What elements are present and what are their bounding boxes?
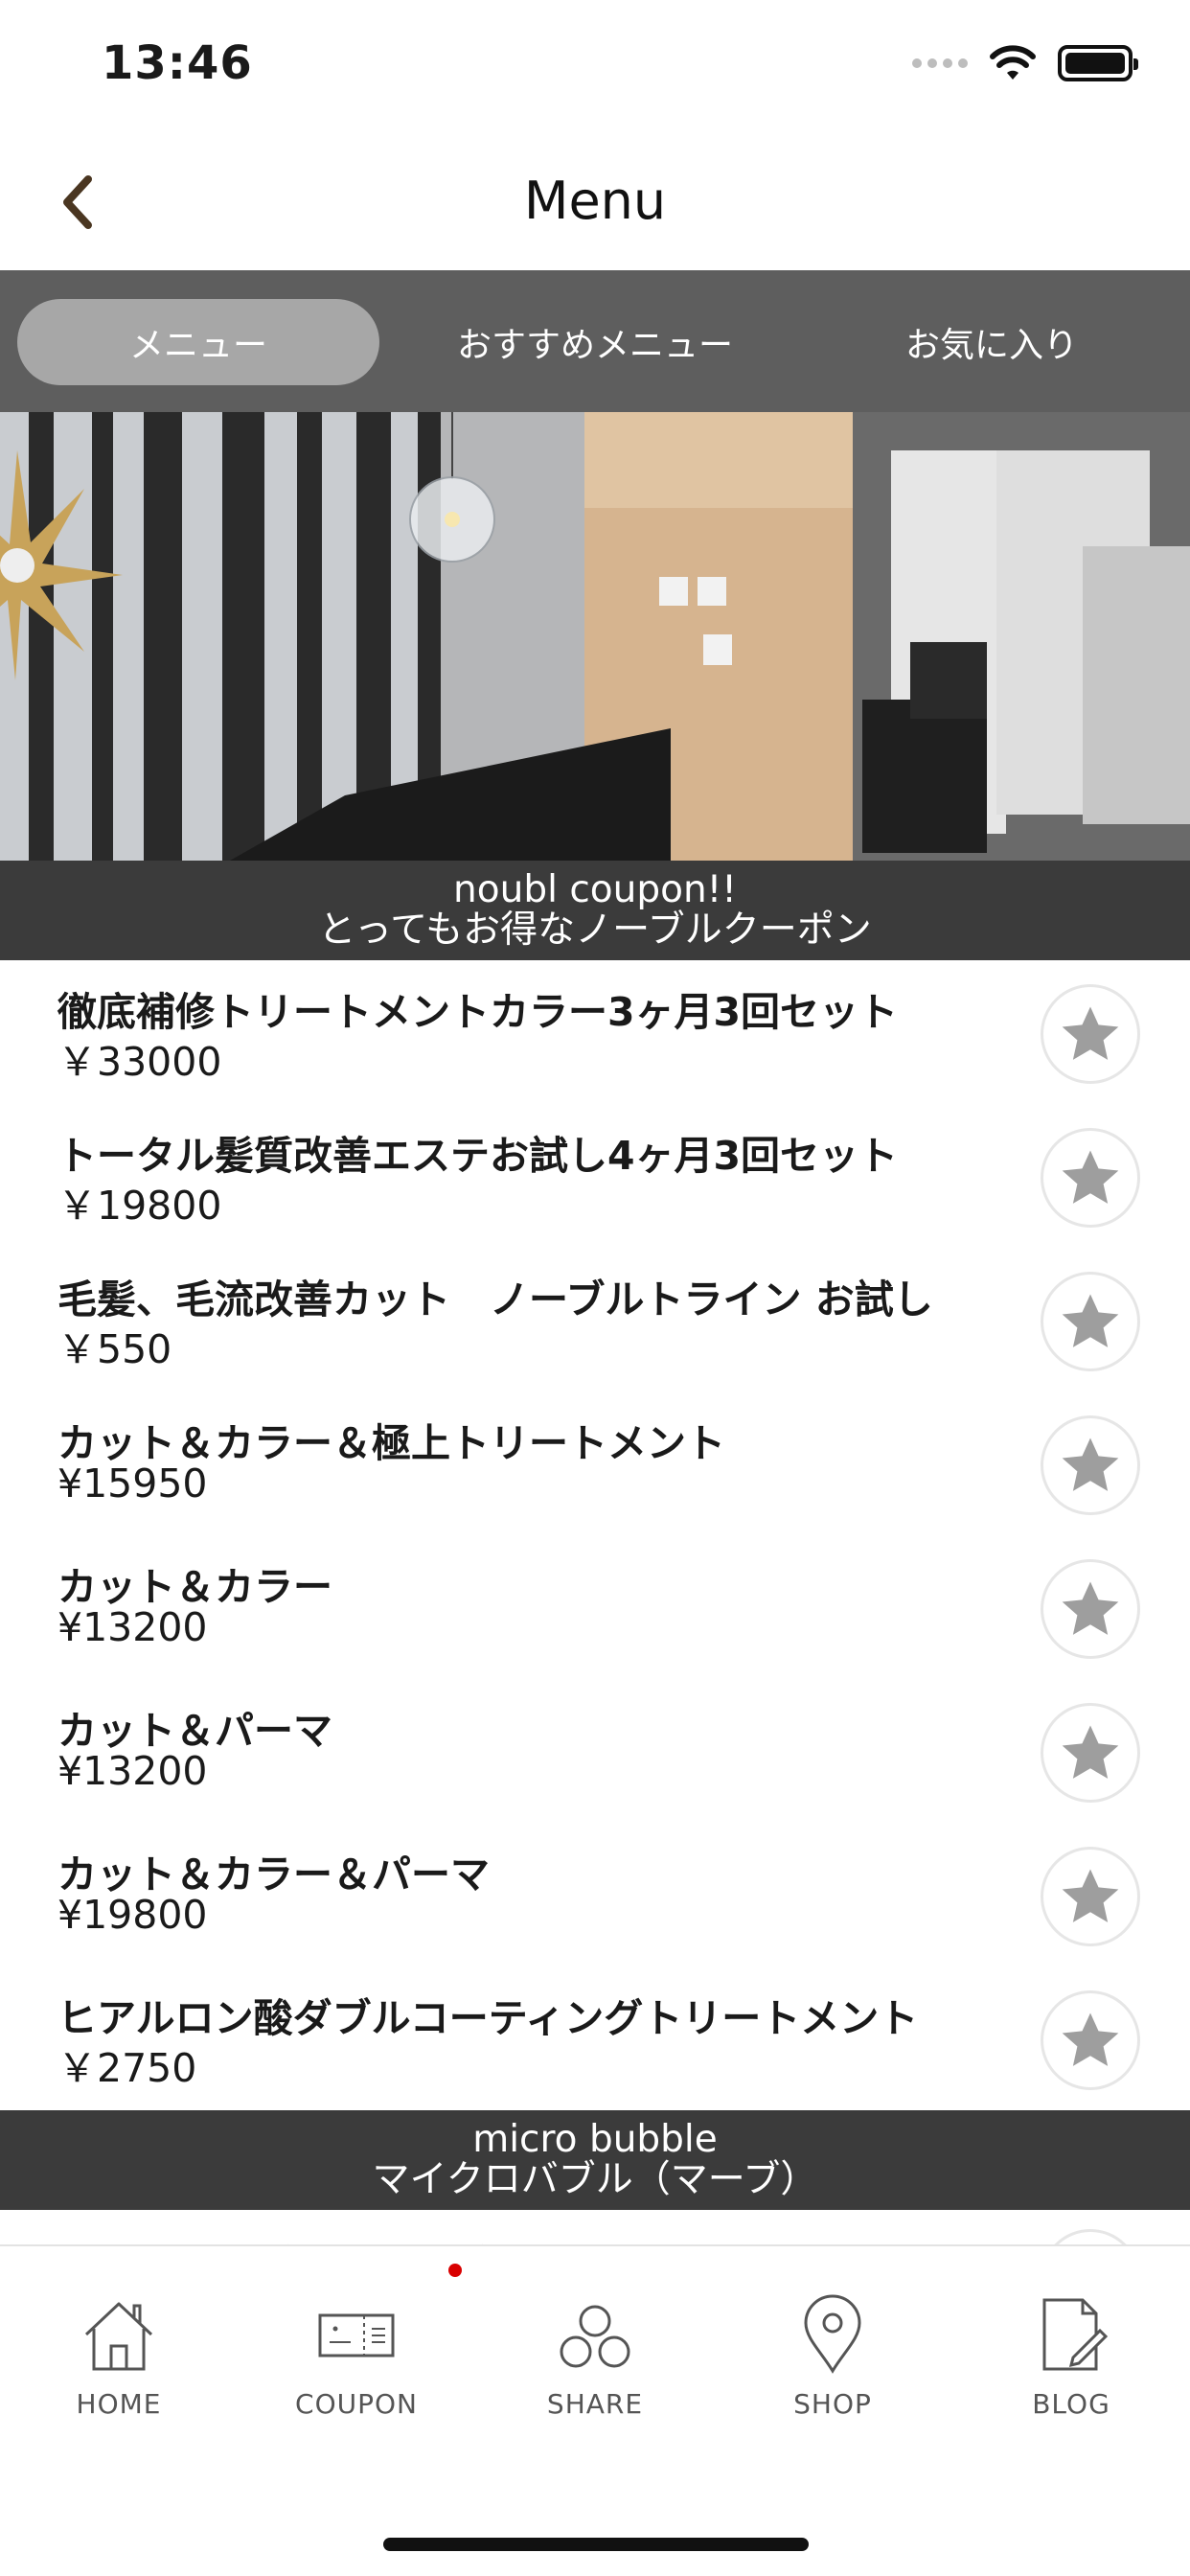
status-time: 13:46 (102, 36, 253, 90)
item-price: ¥13200 (57, 1604, 208, 1650)
nav-label: COUPON (295, 2388, 418, 2420)
star-icon (1062, 1006, 1119, 1060)
menu-list: 徹底補修トリートメントカラー3ヶ月3回セット ￥33000 トータル髪質改善エス… (0, 960, 1190, 2110)
section-subtitle: とってもお得なノーブルクーポン (318, 908, 872, 952)
item-title: トータル髪質改善エステお試し4ヶ月3回セット (57, 1133, 899, 1179)
item-title: ヒアルロン酸ダブルコーティングトリートメント (57, 1995, 919, 2041)
nav-label: HOME (76, 2388, 162, 2420)
item-title: 徹底補修トリートメントカラー3ヶ月3回セット (57, 989, 899, 1035)
list-item[interactable]: トータル髪質改善エステお試し4ヶ月3回セット ￥19800 (0, 1104, 1190, 1248)
item-price: ¥19800 (57, 1892, 208, 1938)
section-subtitle: マイクロバブル（マーブ） (372, 2158, 818, 2201)
list-item[interactable]: カット＆カラー ¥13200 (0, 1535, 1190, 1679)
battery-icon (1058, 45, 1138, 81)
item-price: ¥13200 (57, 1748, 208, 1794)
star-icon (1062, 1150, 1119, 1204)
home-icon (84, 2302, 153, 2371)
favorite-button[interactable] (1041, 1272, 1140, 1371)
star-icon (1062, 1725, 1119, 1779)
item-title: カット＆カラー＆パーマ (57, 1852, 490, 1898)
tab-recommended[interactable]: おすすめメニュー (414, 299, 776, 385)
nav-label: SHOP (793, 2388, 872, 2420)
coupon-icon (318, 2313, 395, 2358)
navigation-bar: Menu (0, 134, 1190, 270)
item-price: ￥19800 (57, 1183, 222, 1229)
notification-dot (448, 2264, 462, 2277)
page-title: Menu (523, 171, 667, 231)
favorite-button[interactable] (1041, 1847, 1140, 1946)
share-icon (560, 2305, 630, 2368)
list-item[interactable]: ヒアルロン酸ダブルコーティングトリートメント ￥2750 (0, 1966, 1190, 2110)
item-title: 毛髪、毛流改善カット ノーブルトライン お試し (57, 1276, 933, 1322)
list-item[interactable]: 毛髪、毛流改善カット ノーブルトライン お試し ￥550 (0, 1248, 1190, 1392)
section-title: micro bubble (472, 2118, 718, 2161)
blog-icon (1042, 2298, 1109, 2371)
list-item[interactable]: 徹底補修トリートメントカラー3ヶ月3回セット ￥33000 (0, 960, 1190, 1104)
favorite-button[interactable] (1041, 1415, 1140, 1515)
tab-favorites[interactable]: お気に入り (811, 299, 1173, 385)
list-item-partial[interactable]: マイクロバブル（マーブ） (0, 2210, 1190, 2246)
section-header-coupon: noubl coupon!! とってもお得なノーブルクーポン (0, 861, 1190, 960)
favorite-button[interactable] (1041, 1128, 1140, 1228)
nav-share[interactable]: SHARE (499, 2294, 691, 2448)
wifi-icon (990, 45, 1036, 80)
signal-icon (912, 58, 968, 68)
segmented-tabs: メニュー おすすめメニュー お気に入り (0, 270, 1190, 412)
status-icons (912, 42, 1138, 84)
home-indicator[interactable] (383, 2538, 809, 2551)
star-icon (1062, 1438, 1119, 1491)
hero-image (0, 412, 1190, 861)
favorite-button[interactable] (1041, 1559, 1140, 1659)
nav-coupon[interactable]: COUPON (261, 2294, 452, 2448)
list-item[interactable]: カット＆カラー＆パーマ ¥19800 (0, 1823, 1190, 1966)
bottom-navigation: HOME COUPON SHARE SHOP BLOG (0, 2244, 1190, 2576)
section-title: noubl coupon!! (453, 868, 737, 911)
star-icon (1062, 1581, 1119, 1635)
star-icon (1062, 1869, 1119, 1922)
nav-home[interactable]: HOME (23, 2294, 215, 2448)
nav-shop[interactable]: SHOP (737, 2294, 928, 2448)
nav-label: BLOG (1032, 2388, 1110, 2420)
star-icon (1062, 1294, 1119, 1347)
item-price: ￥550 (57, 1326, 172, 1372)
item-title: カット＆カラー (57, 1564, 332, 1610)
favorite-button[interactable] (1041, 984, 1140, 1084)
tab-menu[interactable]: メニュー (17, 299, 379, 385)
item-price: ¥15950 (57, 1460, 208, 1506)
item-price: ￥33000 (57, 1039, 222, 1085)
nav-label: SHARE (546, 2388, 644, 2420)
section-header-micro-bubble: micro bubble マイクロバブル（マーブ） (0, 2110, 1190, 2210)
star-icon (1062, 2012, 1119, 2066)
list-item[interactable]: カット＆パーマ ¥13200 (0, 1679, 1190, 1823)
map-pin-icon (804, 2294, 861, 2374)
favorite-button[interactable] (1041, 1990, 1140, 2090)
list-item[interactable]: カット＆カラー＆極上トリートメント ¥15950 (0, 1392, 1190, 1535)
item-title: カット＆カラー＆極上トリートメント (57, 1420, 725, 1466)
status-bar: 13:46 (0, 0, 1190, 134)
item-price: ￥2750 (57, 2045, 197, 2091)
favorite-button[interactable] (1041, 1703, 1140, 1803)
item-title: カット＆パーマ (57, 1708, 332, 1754)
nav-blog[interactable]: BLOG (975, 2294, 1167, 2448)
